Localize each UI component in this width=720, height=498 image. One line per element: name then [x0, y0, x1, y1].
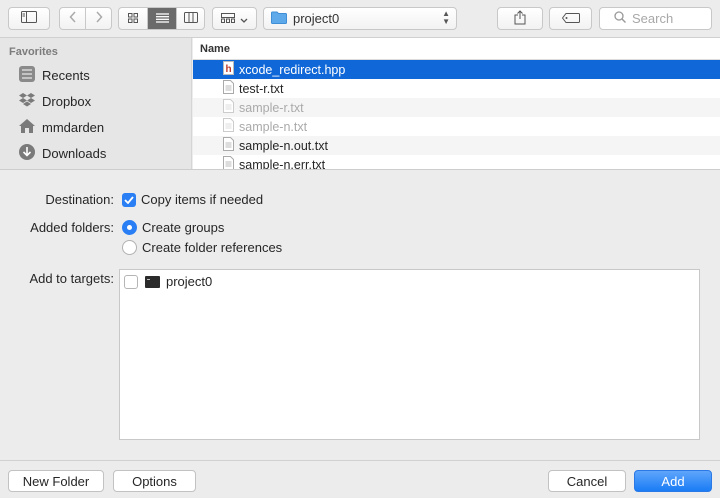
download-icon: [18, 143, 36, 164]
text-file-icon: [223, 156, 234, 169]
text-file-icon: [223, 99, 234, 116]
file-name: sample-n.out.txt: [239, 138, 328, 153]
forward-button[interactable]: [86, 8, 111, 29]
checkmark-icon: [124, 195, 134, 204]
dropbox-icon: [18, 92, 36, 111]
file-name: xcode_redirect.hpp: [239, 62, 346, 77]
create-groups-radio-row[interactable]: Create groups: [122, 220, 224, 235]
header-file-icon: h: [223, 61, 234, 78]
sidebar-heading: Favorites: [9, 46, 58, 58]
sidebar-item-dropbox[interactable]: Dropbox: [18, 90, 91, 112]
file-row[interactable]: sample-n.out.txt: [193, 136, 720, 155]
footer: New Folder Options Cancel Add: [0, 460, 720, 498]
share-icon: [514, 9, 526, 28]
columns-icon: [183, 11, 198, 26]
new-folder-button[interactable]: New Folder: [8, 470, 104, 492]
search-field[interactable]: Search: [599, 7, 712, 30]
destination-label: Destination:: [45, 192, 114, 207]
grid-icon: [128, 11, 138, 26]
file-name: sample-n.txt: [239, 119, 308, 134]
chevron-right-icon: [95, 11, 103, 26]
create-folder-references-label: Create folder references: [142, 240, 283, 255]
cancel-button[interactable]: Cancel: [548, 470, 626, 492]
text-file-icon: [223, 118, 234, 135]
location-label: project0: [293, 11, 340, 26]
folder-icon: [271, 11, 287, 27]
column-view-button[interactable]: [177, 8, 204, 29]
create-folder-references-radio-row[interactable]: Create folder references: [122, 240, 282, 255]
target-checkbox[interactable]: [124, 274, 138, 289]
arrange-grid-icon: [221, 11, 235, 26]
location-popup[interactable]: project0 ▲ ▼: [263, 7, 457, 30]
file-row[interactable]: sample-r.txt: [193, 98, 720, 117]
text-file-icon: [223, 137, 234, 154]
search-placeholder: Search: [632, 11, 674, 26]
targets-list: project0: [119, 269, 700, 440]
chevron-down-icon: [240, 11, 248, 26]
sidebar-toggle-button[interactable]: [8, 7, 50, 30]
file-row[interactable]: sample-n.txt: [193, 117, 720, 136]
sidebar-item-mmdarden[interactable]: mmdarden: [18, 116, 104, 138]
sidebar-item-downloads[interactable]: Downloads: [18, 142, 106, 164]
tags-button[interactable]: [549, 7, 592, 30]
create-folder-references-radio[interactable]: [122, 240, 137, 255]
options-button[interactable]: Options: [113, 470, 196, 492]
sidebar-item-label: Recents: [42, 67, 90, 83]
icon-view-button[interactable]: [119, 8, 148, 29]
arrange-button[interactable]: [212, 7, 257, 30]
target-row[interactable]: project0: [124, 274, 212, 289]
sidebar: Favorites Recents Dropbox mmdarden Downl…: [0, 38, 192, 169]
create-groups-radio[interactable]: [122, 220, 137, 235]
file-row[interactable]: test-r.txt: [193, 79, 720, 98]
tag-icon: [561, 11, 580, 26]
file-row[interactable]: sample-n.err.txt: [193, 155, 720, 169]
view-mode-control: [118, 7, 205, 30]
file-name: sample-r.txt: [239, 100, 304, 115]
list-icon: [155, 11, 169, 26]
target-name: project0: [166, 274, 213, 289]
sidebar-item-recents[interactable]: Recents: [18, 64, 90, 86]
create-groups-label: Create groups: [142, 220, 225, 235]
copy-items-checkbox-row[interactable]: Copy items if needed: [122, 192, 263, 207]
add-to-targets-label: Add to targets:: [29, 271, 114, 286]
copy-items-label: Copy items if needed: [141, 192, 264, 207]
sidebar-item-label: Dropbox: [42, 93, 92, 109]
back-button[interactable]: [60, 8, 86, 29]
file-name: test-r.txt: [239, 81, 284, 96]
chevron-left-icon: [68, 11, 77, 26]
added-folders-label: Added folders:: [30, 220, 114, 235]
toolbar: project0 ▲ ▼ Search: [0, 0, 720, 38]
back-forward-control: [59, 7, 112, 30]
sidebar-item-label: Downloads: [42, 145, 107, 161]
add-button[interactable]: Add: [634, 470, 712, 492]
file-list: Name h xcode_redirect.hpp test-r.txt sam…: [193, 38, 720, 169]
updown-chevron-icon: ▲ ▼: [442, 9, 450, 26]
copy-items-checkbox[interactable]: [122, 192, 136, 207]
svg-text:h: h: [225, 64, 231, 75]
name-column-header[interactable]: Name: [193, 38, 720, 60]
terminal-icon: [145, 275, 160, 288]
clock-icon: [18, 65, 36, 86]
options-panel: Destination: Copy items if needed Added …: [0, 169, 720, 460]
list-view-button[interactable]: [148, 8, 177, 29]
home-icon: [18, 118, 36, 137]
search-icon: [614, 11, 626, 26]
file-row[interactable]: h xcode_redirect.hpp: [193, 60, 720, 79]
sidebar-icon: [21, 11, 37, 26]
file-name: sample-n.err.txt: [239, 157, 326, 170]
text-file-icon: [223, 80, 234, 97]
share-button[interactable]: [497, 7, 543, 30]
sidebar-item-label: mmdarden: [42, 119, 105, 135]
